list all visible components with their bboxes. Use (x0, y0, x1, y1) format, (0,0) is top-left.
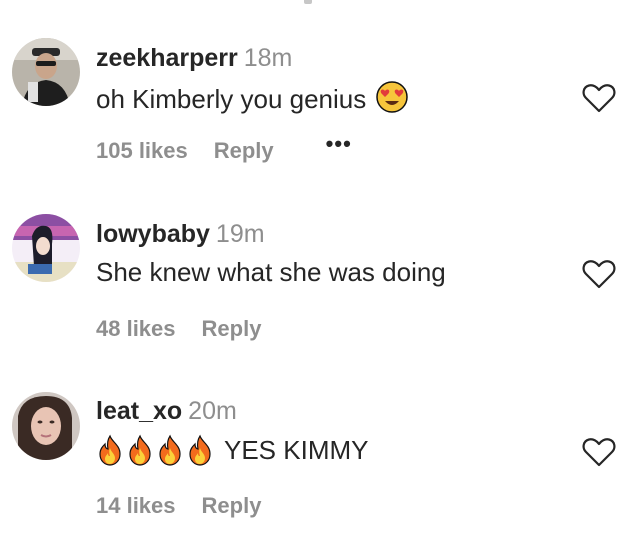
comment-body: oh Kimberly you genius (96, 84, 367, 114)
avatar[interactable] (12, 38, 80, 106)
fire-emoji-icon (189, 434, 211, 466)
previous-comment-edge (304, 0, 312, 4)
comment-time: 19m (215, 220, 265, 248)
fire-emoji-group (96, 434, 216, 466)
comment-username[interactable]: lowybaby 19m (96, 220, 265, 249)
like-heart-icon[interactable] (582, 82, 616, 114)
comment-meta: 14 likes Reply (96, 493, 261, 519)
comment-username[interactable]: leat_xo 20m (96, 397, 237, 426)
likes-count[interactable]: 14 likes (96, 493, 176, 519)
comment-text: oh Kimberly you genius (96, 80, 409, 120)
comment-meta: 48 likes Reply (96, 316, 261, 342)
like-heart-icon[interactable] (582, 258, 616, 290)
avatar[interactable] (12, 214, 80, 282)
likes-count[interactable]: 48 likes (96, 316, 176, 342)
fire-emoji-icon (99, 434, 121, 466)
comment-meta: 105 likes Reply ••• (96, 131, 352, 164)
comment-text: She knew what she was doing (96, 257, 446, 288)
fire-emoji-icon (159, 434, 181, 466)
like-heart-icon[interactable] (582, 436, 616, 468)
heart-eyes-emoji-icon (376, 81, 409, 120)
comment-time: 18m (243, 44, 293, 72)
comment-text: YES KIMMY (96, 434, 368, 466)
username-text[interactable]: zeekharperr (96, 44, 238, 72)
comment-username[interactable]: zeekharperr 18m (96, 44, 292, 73)
reply-button[interactable]: Reply (202, 316, 262, 342)
username-text[interactable]: lowybaby (96, 220, 210, 248)
fire-emoji-icon (129, 434, 151, 466)
comment-time: 20m (188, 397, 237, 425)
comment-body: YES KIMMY (224, 434, 369, 465)
reply-button[interactable]: Reply (202, 493, 262, 519)
reply-button[interactable]: Reply (214, 138, 274, 164)
avatar[interactable] (12, 392, 80, 460)
likes-count[interactable]: 105 likes (96, 138, 188, 164)
more-options-icon[interactable]: ••• (326, 131, 352, 157)
username-text[interactable]: leat_xo (96, 397, 182, 425)
comment-body: She knew what she was doing (96, 257, 446, 287)
